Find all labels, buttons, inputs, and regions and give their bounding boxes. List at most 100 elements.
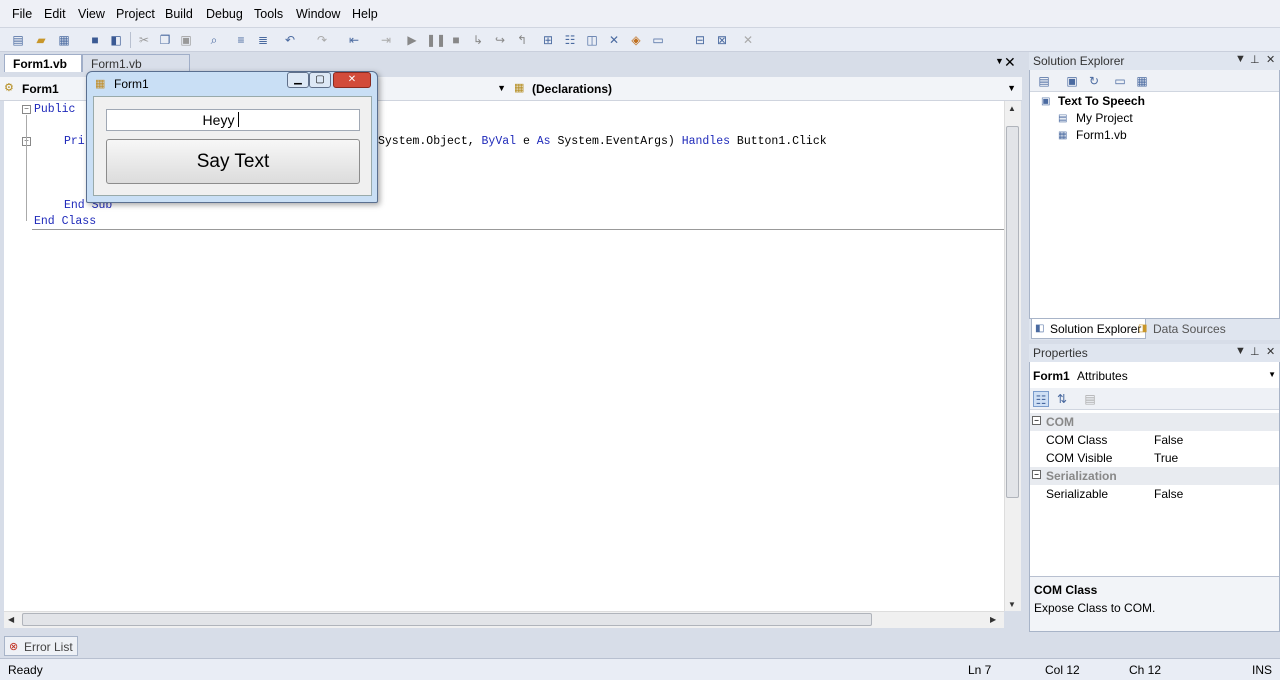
minimize-button[interactable]: ▁ [287,72,309,88]
open-file-icon[interactable]: ▰ [33,32,49,48]
chevron-down-icon[interactable]: ▼ [1007,83,1016,93]
property-row[interactable]: Serializable False [1030,485,1279,503]
method-name-combo[interactable]: ▦ (Declarations) ▼ [514,80,1020,98]
properties-icon[interactable]: ☷ [562,32,578,48]
maximize-button[interactable]: ▢ [309,72,331,88]
tab-label: Solution Explorer [1050,322,1142,336]
code-line-sub-signature: System.Object, ByVal e As System.EventAr… [378,135,827,148]
horizontal-scroll-thumb[interactable] [22,613,872,626]
step-over-icon[interactable]: ↪ [492,32,508,48]
tab-solution-explorer[interactable]: ◧ Solution Explorer [1031,319,1147,339]
solution-explorer-icon[interactable]: ⊞ [540,32,556,48]
toolbox-icon[interactable]: ✕ [606,32,622,48]
redo-icon[interactable]: ↷ [314,32,330,48]
active-files-dropdown-icon[interactable]: ▼ [995,56,1004,66]
step-into-icon[interactable]: ↳ [470,32,486,48]
collapse-icon[interactable]: − [1032,470,1041,479]
code-token: System.EventArgs) [550,135,682,148]
properties-object-selector[interactable]: Form1 Attributes ▼ [1030,366,1279,386]
property-row[interactable]: COM Class False [1030,431,1279,449]
menu-window[interactable]: Window [296,7,340,21]
form-close-button[interactable]: ✕ [333,72,371,88]
pin-icon[interactable]: ⊥ [1250,345,1260,358]
scroll-down-icon[interactable]: ▼ [1008,600,1016,609]
property-value[interactable]: False [1154,433,1183,447]
find-icon[interactable]: ⌕ [206,32,222,48]
view-code-icon[interactable]: ▭ [1112,73,1128,89]
chevron-down-icon[interactable]: ▼ [1268,370,1276,379]
delete-icon[interactable]: ✕ [740,32,756,48]
property-pages-icon[interactable]: ▤ [1082,391,1098,407]
undo-icon[interactable]: ↶ [282,32,298,48]
vertical-scroll-thumb[interactable] [1006,126,1019,498]
tree-item-project[interactable]: Text To Speech [1058,94,1145,108]
menu-debug[interactable]: Debug [206,7,243,21]
save-all-icon[interactable]: ◧ [108,32,124,48]
stop-icon[interactable]: ■ [448,32,464,48]
properties-icon[interactable]: ▤ [1036,73,1052,89]
save-icon[interactable]: ■ [87,32,103,48]
property-value[interactable]: False [1154,487,1183,501]
error-list-tab[interactable]: ⊗ Error List [4,636,78,656]
tree-item-my-project[interactable]: My Project [1076,111,1133,125]
scroll-right-icon[interactable]: ▶ [990,615,996,624]
say-text-button[interactable]: Say Text [106,139,360,184]
menu-build[interactable]: Build [165,7,193,21]
navigate-back-icon[interactable]: ⇤ [346,32,362,48]
tab-data-sources[interactable]: ◨ Data Sources [1135,319,1230,339]
tree-item-form1[interactable]: Form1.vb [1076,128,1127,142]
fold-toggle-icon[interactable]: − [22,105,31,114]
object-browser-icon[interactable]: ◫ [584,32,600,48]
refresh-icon[interactable]: ↻ [1086,73,1102,89]
uncomment-icon[interactable]: ≣ [255,32,271,48]
menu-view[interactable]: View [78,7,105,21]
close-icon[interactable]: ✕ [1266,53,1275,66]
scroll-left-icon[interactable]: ◀ [8,615,14,624]
copy-icon[interactable]: ❐ [157,32,173,48]
scroll-up-icon[interactable]: ▲ [1008,104,1016,113]
menu-tools[interactable]: Tools [254,7,283,21]
speech-text-input[interactable]: Heyy [106,109,360,131]
property-value[interactable]: True [1154,451,1178,465]
class-icon: ⚙ [4,82,14,94]
tab-form1-code[interactable]: Form1.vb [4,54,82,72]
start-debug-icon[interactable]: ▶ [404,32,420,48]
collapse-icon[interactable]: − [1032,416,1041,425]
menu-help[interactable]: Help [352,7,378,21]
close-document-icon[interactable]: ✕ [1004,54,1016,71]
code-line-end-class: End Class [34,215,97,228]
layout-icon[interactable]: ▭ [650,32,666,48]
view-designer-icon[interactable]: ▦ [1134,73,1150,89]
panel-menu-icon[interactable]: ▼ [1235,345,1246,357]
close-icon[interactable]: ✕ [1266,345,1275,358]
status-line: Ln 7 [968,663,992,677]
categorized-icon[interactable]: ☷ [1033,391,1049,407]
code-line-class: Public [34,103,76,116]
panel-title: Properties [1033,346,1088,360]
status-bar: Ready Ln 7 Col 12 Ch 12 INS [0,658,1280,680]
status-column: Col 12 [1045,663,1080,677]
pause-icon[interactable]: ❚❚ [426,32,446,48]
align-center-icon[interactable]: ⊠ [714,32,730,48]
navigate-forward-icon[interactable]: ⇥ [378,32,394,48]
panel-menu-icon[interactable]: ▼ [1235,53,1246,65]
menu-project[interactable]: Project [116,7,155,21]
cut-icon[interactable]: ✂ [136,32,152,48]
property-category-com[interactable]: − COM [1030,413,1279,431]
class-view-icon[interactable]: ◈ [628,32,644,48]
property-row[interactable]: COM Visible True [1030,449,1279,467]
menu-file[interactable]: File [12,7,32,21]
show-all-files-icon[interactable]: ▣ [1064,73,1080,89]
step-out-icon[interactable]: ↰ [514,32,530,48]
tab-form1-design[interactable]: Form1.vb [Design] [82,54,190,85]
pin-icon[interactable]: ⊥ [1250,53,1260,66]
new-project-icon[interactable]: ▤ [10,32,26,48]
align-icon[interactable]: ⊟ [692,32,708,48]
menu-edit[interactable]: Edit [44,7,66,21]
chevron-down-icon[interactable]: ▼ [497,83,506,93]
paste-icon[interactable]: ▣ [178,32,194,48]
add-item-icon[interactable]: ▦ [56,32,72,48]
comment-icon[interactable]: ≡ [233,32,249,48]
alphabetical-icon[interactable]: ⇅ [1054,391,1070,407]
property-category-serialization[interactable]: − Serialization [1030,467,1279,485]
